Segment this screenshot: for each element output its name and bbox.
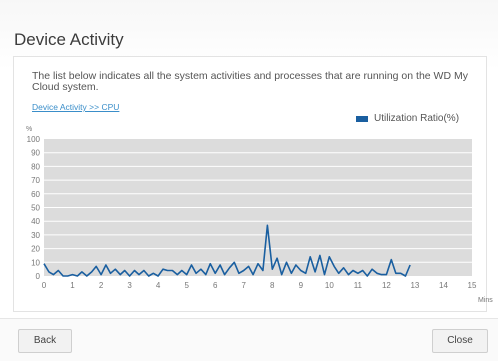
y-tick-label: 20 [31, 245, 40, 254]
y-tick-label: 100 [27, 135, 41, 144]
y-tick-label: 50 [31, 204, 40, 213]
y-tick-label: 80 [31, 162, 40, 171]
x-tick-label: 13 [410, 281, 419, 290]
x-tick-label: 14 [439, 281, 448, 290]
x-tick-label: 4 [156, 281, 161, 290]
x-tick-label: 3 [127, 281, 132, 290]
x-axis-label: Mins [478, 297, 493, 304]
x-tick-label: 6 [213, 281, 218, 290]
y-axis-label: % [26, 126, 32, 133]
x-tick-label: 10 [325, 281, 334, 290]
x-tick-label: 5 [184, 281, 189, 290]
y-tick-label: 30 [31, 231, 40, 240]
x-tick-label: 2 [99, 281, 104, 290]
x-tick-label: 12 [382, 281, 391, 290]
y-tick-label: 10 [31, 258, 40, 267]
x-tick-label: 1 [70, 281, 75, 290]
y-tick-label: 70 [31, 176, 40, 185]
x-tick-label: 11 [354, 281, 363, 290]
y-tick-label: 60 [31, 190, 40, 199]
x-tick-label: 15 [468, 281, 477, 290]
close-button[interactable]: Close [432, 329, 488, 353]
x-tick-label: 0 [42, 281, 47, 290]
dialog-footer [0, 318, 498, 361]
y-tick-label: 0 [36, 272, 41, 281]
x-tick-label: 7 [242, 281, 247, 290]
x-tick-label: 8 [270, 281, 275, 290]
breadcrumb-link[interactable]: Device Activity >> CPU [32, 102, 119, 112]
y-tick-label: 90 [31, 149, 40, 158]
dialog-title: Device Activity [14, 30, 124, 49]
y-tick-label: 40 [31, 217, 40, 226]
device-activity-dialog: Device Activity The list below indicates… [0, 0, 498, 361]
back-button[interactable]: Back [18, 329, 72, 353]
description-text: The list below indicates all the system … [32, 70, 468, 93]
x-tick-label: 9 [299, 281, 304, 290]
cpu-utilization-chart: 01020304050607080901000 1 2 3 4 5 6 7 8 9 10 11 12 13… [26, 126, 493, 304]
